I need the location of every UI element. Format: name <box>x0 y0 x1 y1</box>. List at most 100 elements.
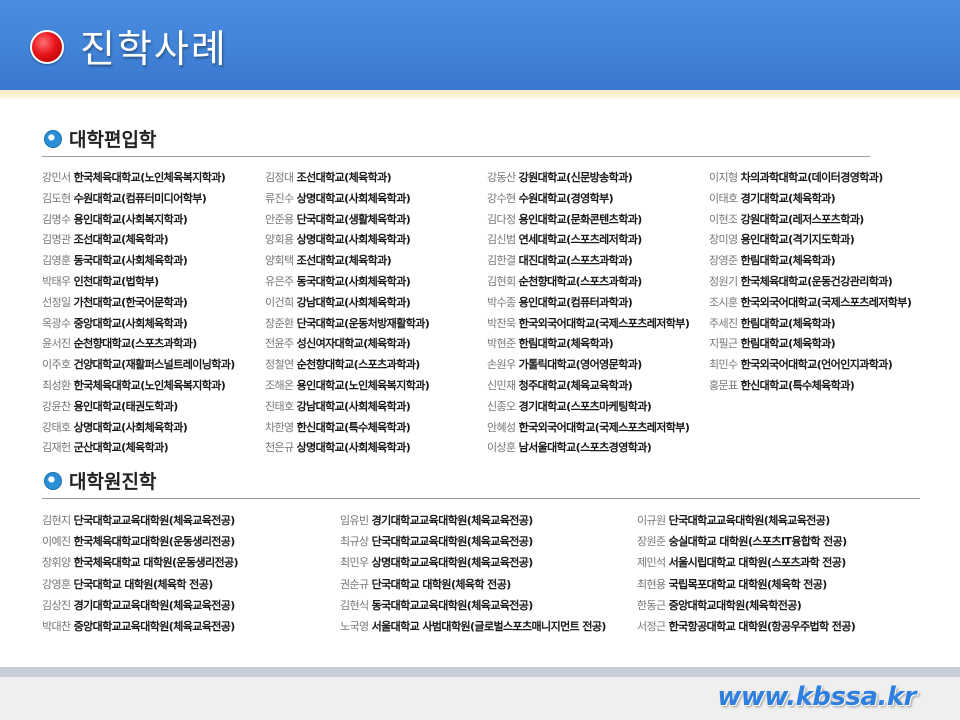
school-name: 동국대학교교육대학원(체육교육전공) <box>371 598 534 612</box>
school-name: 용인대학교(컴퓨터과학과) <box>518 295 633 309</box>
school-name: 경기대학교교육대학원(체육교육전공) <box>371 514 534 527</box>
school-name: 경기대학교(스포츠마케팅학과) <box>518 399 652 413</box>
student-name: 장휘양 <box>42 556 71 570</box>
school-name: 강원대학교(레저스포츠학과) <box>740 212 865 226</box>
school-name: 단국대학교(운동처방재활학과) <box>296 316 430 330</box>
school-name: 단국대학교 대학원(체육학 전공) <box>73 577 214 591</box>
student-name: 장준환 <box>265 316 294 330</box>
student-name: 양회용 <box>265 233 294 247</box>
list-item: 이주호 건양대학교(재활퍼스널트레이닝학과) <box>42 355 235 376</box>
school-name: 상명대학교(사회체육학과) <box>73 420 188 434</box>
section-transfer-heading: 대학편입학 <box>44 125 156 152</box>
list-item: 장원준 숭실대학교 대학원(스포츠IT융합학 전공) <box>637 531 855 552</box>
list-item: 서정근 한국항공대학교 대학원(항공우주법학 전공) <box>637 616 856 637</box>
school-name: 용인대학교(격기지도학과) <box>740 233 855 247</box>
list-item: 유은주 동국대학교(사회체육학과) <box>265 272 429 293</box>
section-graduate-title: 대학원진학 <box>69 471 157 493</box>
school-name: 인천대학교(법학부) <box>73 274 160 288</box>
student-name: 조시훈 <box>709 295 738 309</box>
student-name: 진태호 <box>265 399 294 413</box>
section-transfer-divider <box>42 156 870 157</box>
school-name: 한국체육대학교 대학원(운동생리전공) <box>73 556 239 570</box>
school-name: 강남대학교(사회체육학과) <box>296 295 411 309</box>
student-name: 선정일 <box>42 295 71 309</box>
student-name: 천은규 <box>265 441 294 455</box>
school-name: 단국대학교교육대학원(체육교육전공) <box>668 514 831 527</box>
list-item: 임유빈 경기대학교교육대학원(체육교육전공) <box>340 510 606 531</box>
list-item: 장미영 용인대학교(격기지도학과) <box>709 230 911 251</box>
list-item: 최규상 단국대학교교육대학원(체육교육전공) <box>340 531 606 552</box>
student-name: 최현용 <box>637 577 666 591</box>
list-item: 최민우 상명대학교교육대학원(체육교육전공) <box>340 552 606 573</box>
list-item: 이태호 경기대학교(체육학과) <box>709 189 911 210</box>
student-name: 강영훈 <box>42 577 71 591</box>
student-name: 안혜성 <box>487 420 516 434</box>
school-name: 차의과학대학교(데이터경영학과) <box>740 171 884 184</box>
list-item: 윤서진 순천향대학교(스포츠과학과) <box>42 334 235 355</box>
school-name: 가천대학교(한국어문학과) <box>73 295 188 309</box>
list-item: 장준환 단국대학교(운동처방재활학과) <box>265 314 430 335</box>
student-name: 서정근 <box>637 619 666 633</box>
title-bar-accent <box>0 90 960 99</box>
school-name: 경기대학교(체육학과) <box>740 191 836 205</box>
graduate-column-2: 임유빈 경기대학교교육대학원(체육교육전공) 최규상 단국대학교교육대학원(체육교육전… <box>340 510 606 637</box>
list-item: 조해온 용인대학교(노인체육복지학과) <box>265 376 430 397</box>
school-name: 한국외국어대학교(국제스포츠레저학부) <box>518 316 690 330</box>
student-name: 강동산 <box>487 171 516 184</box>
student-name: 홍문표 <box>709 378 738 392</box>
school-name: 동국대학교(사회체육학과) <box>296 274 411 288</box>
list-item: 이지형 차의과학대학교(데이터경영학과) <box>709 168 911 189</box>
list-item: 손원우 가톨릭대학교(영어영문학과) <box>487 355 689 376</box>
school-name: 조선대학교(체육학과) <box>73 233 169 247</box>
student-name: 권순규 <box>340 577 369 591</box>
school-name: 한림대학교(체육학과) <box>518 337 614 351</box>
school-name: 연세대학교(스포츠레저학과) <box>518 233 643 247</box>
student-name: 김정대 <box>265 171 294 184</box>
list-item: 이상훈 남서울대학교(스포츠경영학과) <box>487 438 689 459</box>
website-link[interactable]: www.kbssa.kr <box>717 682 916 712</box>
school-name: 중앙대학교대학원(체육학전공) <box>668 598 802 612</box>
school-name: 한국외국어대학교(국제스포츠레저학부) <box>518 420 690 434</box>
school-name: 서울대학교 사범대학원(글로벌스포츠매니지먼트 전공) <box>371 619 607 633</box>
school-name: 한국항공대학교 대학원(항공우주법학 전공) <box>668 619 856 633</box>
school-name: 강남대학교(사회체육학과) <box>296 399 411 413</box>
school-name: 성신여자대학교(체육학과) <box>296 337 411 351</box>
student-name: 이현조 <box>709 212 738 226</box>
list-item: 홍문표 한신대학교(특수체육학과) <box>709 376 911 397</box>
list-item: 김재헌 군산대학교(체육학과) <box>42 438 235 459</box>
list-item: 박찬욱 한국외국어대학교(국제스포츠레저학부) <box>487 314 690 335</box>
student-name: 최민우 <box>340 556 369 570</box>
school-name: 한국외국어대학교(언어인지과학과) <box>740 358 893 372</box>
student-name: 강윤찬 <box>42 399 71 413</box>
school-name: 한신대학교(특수체육학과) <box>296 420 411 434</box>
school-name: 경기대학교교육대학원(체육교육전공) <box>73 598 236 612</box>
school-name: 순천향대학교(스포츠과학과) <box>73 337 198 351</box>
school-name: 단국대학교교육대학원(체육교육전공) <box>73 514 236 527</box>
list-item: 이현조 강원대학교(레저스포츠학과) <box>709 210 911 231</box>
school-name: 용인대학교(문화콘텐츠학과) <box>518 212 643 226</box>
list-item: 최현용 국립목포대학교 대학원(체육학 전공) <box>637 574 855 595</box>
footer-divider <box>0 667 960 677</box>
school-name: 순천향대학교(스포츠과학과) <box>296 358 421 372</box>
student-name: 박태우 <box>42 274 71 288</box>
student-name: 지필근 <box>709 337 738 351</box>
school-name: 상명대학교(사회체육학과) <box>296 233 411 247</box>
student-name: 최규상 <box>340 535 369 549</box>
list-item: 강영훈 단국대학교 대학원(체육학 전공) <box>42 574 238 595</box>
list-item: 박대찬 중앙대학교교육대학원(체육교육전공) <box>42 616 238 637</box>
student-name: 정철연 <box>265 358 294 372</box>
list-item: 이규원 단국대학교교육대학원(체육교육전공) <box>637 510 855 531</box>
student-name: 박현준 <box>487 337 516 351</box>
student-name: 박대찬 <box>42 619 71 633</box>
list-item: 김다정 용인대학교(문화콘텐츠학과) <box>487 210 689 231</box>
school-name: 용인대학교(사회복지학과) <box>73 212 188 226</box>
student-name: 전윤주 <box>265 337 294 351</box>
list-item: 선정일 가천대학교(한국어문학과) <box>42 293 235 314</box>
student-name: 안준용 <box>265 212 294 226</box>
student-name: 최민수 <box>709 358 738 372</box>
student-name: 김영훈 <box>42 254 71 268</box>
list-item: 강윤찬 용인대학교(태권도학과) <box>42 397 235 418</box>
list-item: 김한결 대진대학교(스포츠과학과) <box>487 251 689 272</box>
student-name: 임유빈 <box>340 514 369 527</box>
school-name: 한림대학교(체육학과) <box>740 316 836 330</box>
